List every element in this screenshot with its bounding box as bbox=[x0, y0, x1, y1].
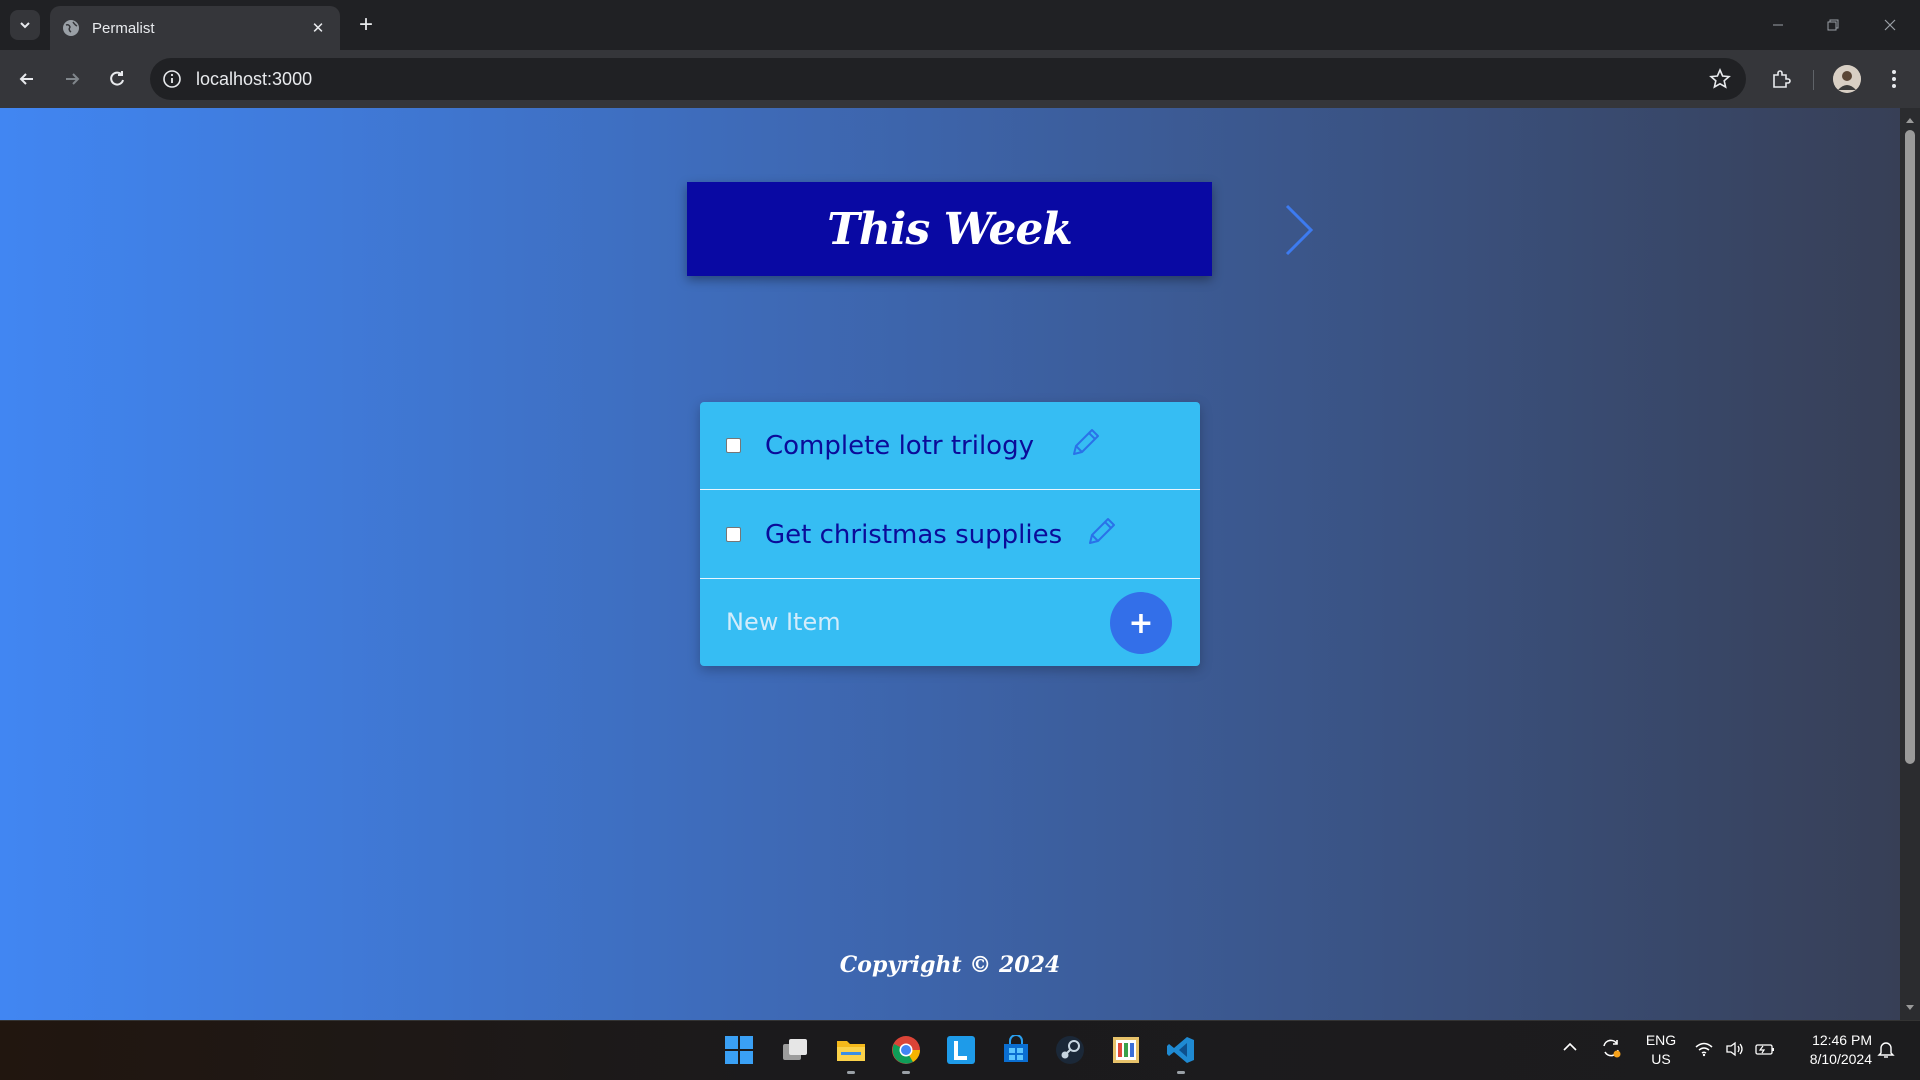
week-heading-box: This Week bbox=[687, 182, 1212, 276]
todo-list-card: Complete lotr trilogy Get christmas supp… bbox=[700, 402, 1200, 666]
back-button[interactable] bbox=[11, 63, 43, 95]
notification-bell-icon[interactable] bbox=[1876, 1039, 1896, 1063]
minimize-button[interactable] bbox=[1758, 10, 1798, 40]
forward-button[interactable] bbox=[56, 63, 88, 95]
wifi-icon[interactable] bbox=[1694, 1041, 1714, 1061]
restore-icon bbox=[1827, 19, 1839, 31]
language-code: ENG bbox=[1645, 1032, 1677, 1048]
tab-title: Permalist bbox=[92, 19, 155, 37]
page-viewport: This Week Complete lotr trilogy Get chri… bbox=[0, 108, 1900, 1020]
minimize-icon bbox=[1773, 24, 1783, 26]
reload-button[interactable] bbox=[101, 63, 133, 95]
url-text[interactable]: localhost:3000 bbox=[196, 69, 1708, 90]
store-icon[interactable] bbox=[999, 1033, 1033, 1067]
item-checkbox[interactable] bbox=[726, 438, 741, 453]
globe-icon bbox=[63, 20, 79, 36]
list-item: Get christmas supplies bbox=[700, 491, 1200, 579]
region-code: US bbox=[1651, 1051, 1671, 1067]
paint-icon[interactable] bbox=[1109, 1033, 1143, 1067]
tab-close-icon[interactable]: ✕ bbox=[308, 19, 328, 37]
language-indicator[interactable]: ENG US bbox=[1644, 1031, 1678, 1069]
profile-avatar[interactable] bbox=[1833, 65, 1861, 93]
item-title: Complete lotr trilogy bbox=[765, 430, 1034, 461]
file-explorer-icon[interactable] bbox=[834, 1033, 868, 1067]
site-info-icon[interactable] bbox=[162, 69, 182, 89]
browser-toolbar: localhost:3000 bbox=[0, 50, 1920, 108]
page-scrollbar[interactable] bbox=[1900, 108, 1920, 1020]
app-running-indicator bbox=[1177, 1071, 1185, 1074]
browser-menu-button[interactable] bbox=[1880, 65, 1908, 93]
chevron-down-icon bbox=[20, 22, 30, 29]
clock-time: 12:46 PM bbox=[1812, 1032, 1872, 1048]
vscode-icon[interactable] bbox=[1164, 1033, 1198, 1067]
address-bar[interactable]: localhost:3000 bbox=[150, 58, 1746, 100]
kebab-menu-icon bbox=[1892, 70, 1896, 88]
chrome-icon[interactable] bbox=[889, 1033, 923, 1067]
browser-tab-active[interactable]: Permalist ✕ bbox=[50, 6, 340, 50]
next-week-chevron-icon[interactable] bbox=[1279, 200, 1319, 260]
close-window-button[interactable] bbox=[1870, 10, 1910, 40]
windows-start-icon[interactable] bbox=[722, 1033, 756, 1067]
sync-icon[interactable] bbox=[1600, 1037, 1622, 1063]
user-avatar-icon bbox=[1833, 65, 1861, 93]
clock-date: 8/10/2024 bbox=[1809, 1051, 1872, 1067]
volume-icon[interactable] bbox=[1725, 1041, 1745, 1061]
browser-tab-bar: Permalist ✕ + bbox=[0, 0, 1920, 50]
restore-button[interactable] bbox=[1813, 10, 1853, 40]
system-clock[interactable]: 12:46 PM 8/10/2024 bbox=[1788, 1031, 1872, 1069]
edit-pencil-icon[interactable] bbox=[1082, 513, 1120, 551]
bookmark-star-icon[interactable] bbox=[1708, 67, 1732, 91]
l-app-icon[interactable] bbox=[944, 1033, 978, 1067]
item-checkbox[interactable] bbox=[726, 527, 741, 542]
arrow-left-icon bbox=[19, 73, 33, 85]
steam-icon[interactable] bbox=[1053, 1033, 1087, 1067]
reload-icon bbox=[110, 71, 124, 86]
tab-search-dropdown-button[interactable] bbox=[10, 10, 40, 40]
windows-taskbar: ENG US 12:46 PM 8/10/2024 bbox=[0, 1020, 1920, 1080]
toolbar-separator bbox=[1813, 70, 1814, 90]
item-title: Get christmas supplies bbox=[765, 519, 1063, 550]
new-item-input[interactable] bbox=[726, 600, 1086, 644]
new-tab-button[interactable]: + bbox=[352, 11, 380, 39]
scroll-up-arrow-icon[interactable] bbox=[1904, 114, 1916, 126]
scrollbar-thumb[interactable] bbox=[1905, 130, 1915, 764]
battery-icon[interactable] bbox=[1754, 1041, 1776, 1061]
page-title: This Week bbox=[827, 203, 1073, 255]
new-item-row: + bbox=[700, 580, 1200, 666]
list-item: Complete lotr trilogy bbox=[700, 402, 1200, 490]
edit-pencil-icon[interactable] bbox=[1066, 424, 1104, 462]
puzzle-icon bbox=[1773, 70, 1791, 88]
footer-copyright: Copyright © 2024 bbox=[839, 952, 1061, 978]
tray-overflow-chevron-icon[interactable] bbox=[1562, 1039, 1578, 1056]
task-view-icon[interactable] bbox=[778, 1033, 812, 1067]
arrow-right-icon bbox=[66, 73, 80, 85]
extensions-button[interactable] bbox=[1767, 65, 1795, 93]
scroll-down-arrow-icon[interactable] bbox=[1904, 1002, 1916, 1014]
add-item-button[interactable]: + bbox=[1110, 592, 1172, 654]
app-running-indicator bbox=[902, 1071, 910, 1074]
close-icon bbox=[1884, 19, 1896, 31]
app-running-indicator bbox=[847, 1071, 855, 1074]
